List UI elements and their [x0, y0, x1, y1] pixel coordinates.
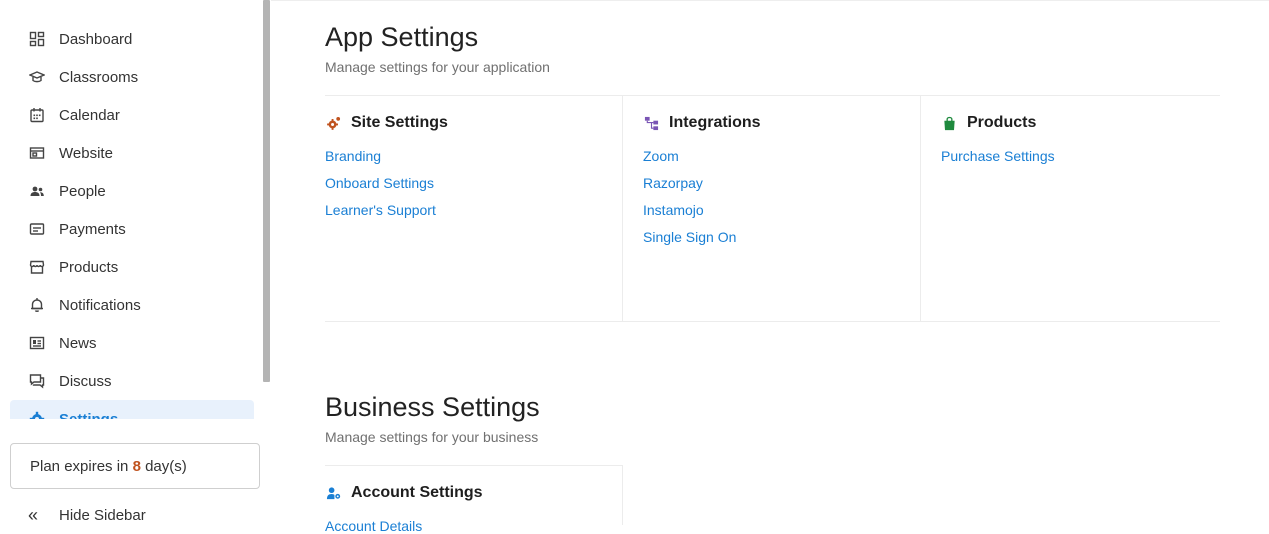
sidebar-item-products[interactable]: Products [10, 248, 254, 286]
sidebar-item-label: News [59, 334, 97, 352]
gears-icon [325, 115, 341, 131]
site-settings-label: Site Settings [351, 114, 448, 131]
plan-expiry-suffix: day(s) [145, 458, 187, 475]
user-gear-icon [325, 485, 341, 501]
gear-icon [28, 410, 46, 419]
sidebar-nav: Dashboard Classrooms Calendar Website Pe… [10, 20, 254, 419]
link-learners-support[interactable]: Learner's Support [325, 202, 436, 218]
shopping-bag-icon [941, 115, 957, 131]
link-purchase-settings[interactable]: Purchase Settings [941, 148, 1055, 164]
account-settings-label: Account Settings [351, 484, 483, 501]
integrations-label: Integrations [669, 114, 761, 131]
sidebar-item-calendar[interactable]: Calendar [10, 96, 254, 134]
sidebar-item-label: Calendar [59, 106, 120, 124]
main-content: App Settings Manage settings for your ap… [271, 0, 1269, 534]
sidebar-item-label: Notifications [59, 296, 141, 314]
bell-icon [28, 296, 46, 314]
payments-icon [28, 220, 46, 238]
hide-sidebar-label: Hide Sidebar [59, 507, 146, 524]
sidebar-item-label: Classrooms [59, 68, 139, 86]
products-title: Products [941, 114, 1036, 132]
sidebar-item-dashboard[interactable]: Dashboard [10, 20, 254, 58]
sidebar-item-label: Payments [59, 220, 126, 238]
news-icon [28, 334, 46, 352]
sidebar: Dashboard Classrooms Calendar Website Pe… [0, 0, 271, 526]
link-razorpay[interactable]: Razorpay [643, 175, 703, 191]
double-chevron-left-icon: « [28, 505, 39, 525]
sidebar-item-label: Settings [59, 410, 119, 420]
sidebar-item-settings[interactable]: Settings [10, 400, 254, 419]
products-label: Products [967, 114, 1037, 131]
divider [325, 465, 623, 466]
sidebar-item-classrooms[interactable]: Classrooms [10, 58, 254, 96]
app-settings-title: App Settings [325, 22, 479, 52]
sidebar-item-label: Discuss [59, 372, 112, 390]
divider [920, 95, 921, 321]
link-branding[interactable]: Branding [325, 148, 381, 164]
link-instamojo[interactable]: Instamojo [643, 202, 704, 218]
sidebar-item-website[interactable]: Website [10, 134, 254, 172]
account-settings-title: Account Settings [325, 484, 483, 502]
sidebar-item-label: People [59, 182, 106, 200]
sidebar-item-people[interactable]: People [10, 172, 254, 210]
sidebar-item-label: Products [59, 258, 119, 276]
divider [325, 95, 1220, 96]
website-icon [28, 144, 46, 162]
plan-expiry-days: 8 [132, 458, 141, 475]
divider [325, 321, 1220, 322]
app-settings-subtitle: Manage settings for your application [325, 59, 550, 75]
plan-expiry-prefix: Plan expires in [30, 458, 129, 475]
divider [622, 95, 623, 321]
dashboard-icon [28, 30, 46, 48]
sidebar-item-notifications[interactable]: Notifications [10, 286, 254, 324]
sidebar-item-label: Dashboard [59, 30, 133, 48]
link-zoom[interactable]: Zoom [643, 148, 679, 164]
store-icon [28, 258, 46, 276]
calendar-icon [28, 106, 46, 124]
link-single-sign-on[interactable]: Single Sign On [643, 229, 736, 245]
site-settings-title: Site Settings [325, 114, 448, 132]
sidebar-item-payments[interactable]: Payments [10, 210, 254, 248]
business-settings-subtitle: Manage settings for your business [325, 429, 539, 445]
plan-expiry-box[interactable]: Plan expires in 8 day(s) [10, 443, 260, 489]
integrations-title: Integrations [643, 114, 761, 132]
link-account-details[interactable]: Account Details [325, 518, 422, 534]
sidebar-item-discuss[interactable]: Discuss [10, 362, 254, 400]
business-settings-title: Business Settings [325, 392, 540, 422]
sidebar-scrollbar[interactable] [263, 0, 270, 382]
graduation-cap-icon [28, 68, 46, 86]
chat-icon [28, 372, 46, 390]
link-onboard-settings[interactable]: Onboard Settings [325, 175, 434, 191]
sidebar-item-news[interactable]: News [10, 324, 254, 362]
sidebar-item-label: Website [59, 144, 113, 162]
integrations-icon [643, 115, 659, 131]
people-icon [28, 182, 46, 200]
divider [622, 465, 623, 525]
hide-sidebar-button[interactable]: « Hide Sidebar [28, 505, 146, 526]
